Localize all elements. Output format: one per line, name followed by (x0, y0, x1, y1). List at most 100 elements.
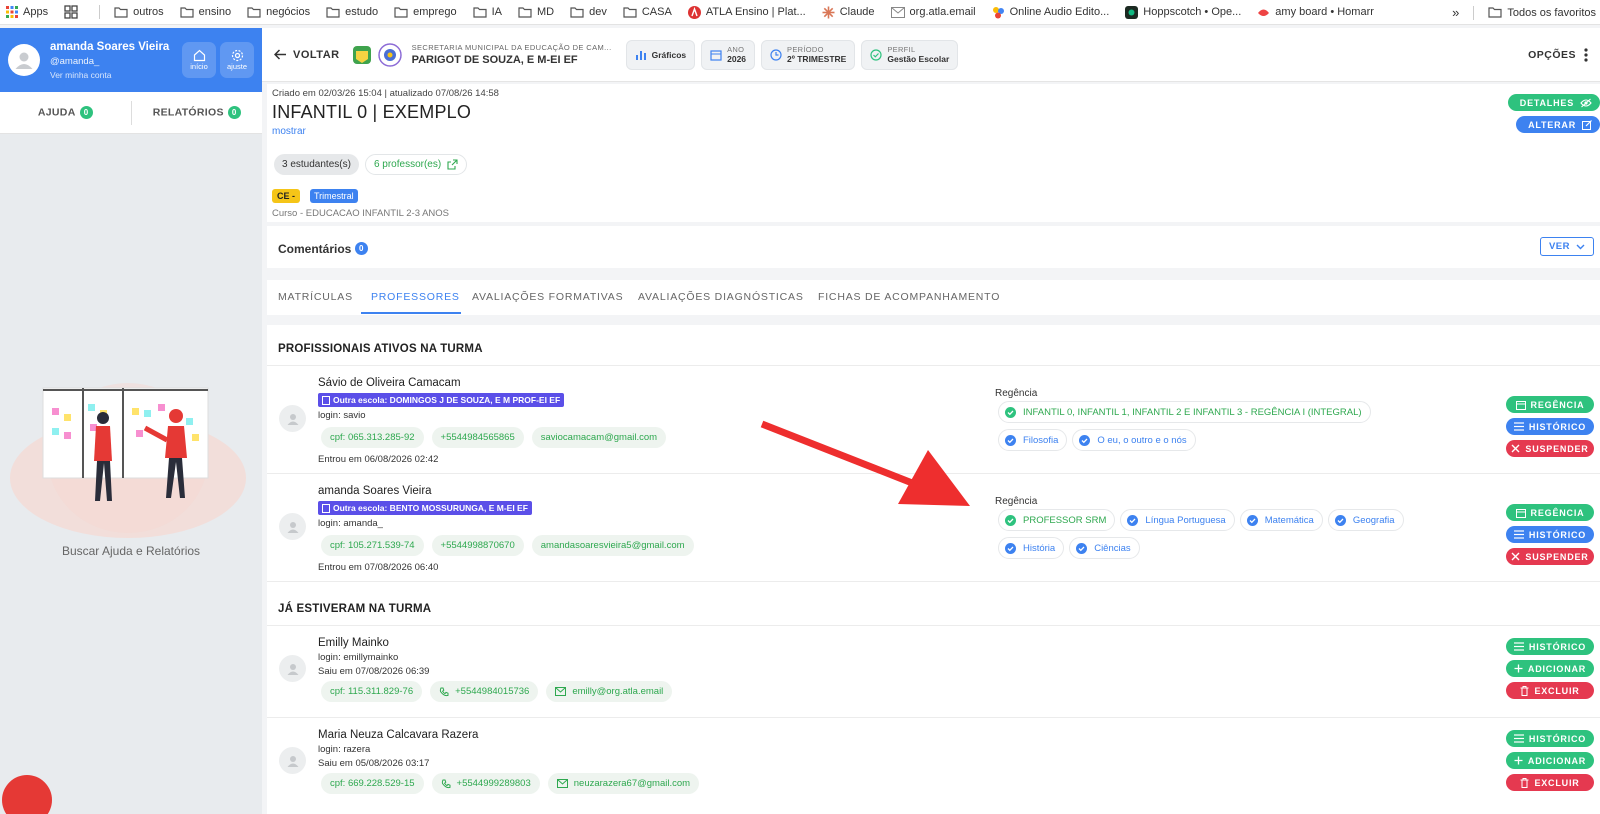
tab-matriculas[interactable]: MATRÍCULAS (278, 291, 353, 303)
cpf-chip[interactable]: cpf: 669.228.529-15 (321, 773, 424, 794)
options-menu-button[interactable]: OPÇÕES (1528, 47, 1588, 62)
cpf-chip[interactable]: cpf: 065.313.285-92 (321, 427, 424, 448)
tab-avaliacoes-diagnosticas[interactable]: AVALIAÇÕES DIAGNÓSTICAS (638, 291, 804, 303)
contact-chips: cpf: 669.228.529-15 +5544999289803 neuza… (321, 773, 707, 794)
regencia-button[interactable]: REGÊNCIA (1506, 504, 1594, 521)
back-button[interactable]: VOLTAR (274, 49, 340, 61)
bookmark-atla[interactable]: ATLA Ensino | Plat... (687, 5, 806, 19)
teachers-count-label: 6 professor(es) (373, 159, 442, 170)
person-name[interactable]: Sávio de Oliveira Camacam (318, 377, 461, 389)
home-button[interactable]: início (182, 42, 216, 78)
teachers-count-pill[interactable]: 6 professor(es) (364, 154, 468, 175)
delete-button[interactable]: EXCLUIR (1506, 774, 1594, 791)
floating-help-button[interactable] (2, 775, 52, 814)
email-chip[interactable]: amandasoaresvieira5@gmail.com (531, 535, 694, 556)
students-count-pill[interactable]: 3 estudantes(s) (274, 154, 359, 175)
cpf-chip[interactable]: cpf: 105.271.539-74 (321, 535, 424, 556)
add-button[interactable]: ADICIONAR (1506, 752, 1594, 769)
curso-label: Curso - EDUCACAO INFANTIL 2-3 ANOS (272, 208, 450, 219)
person-name[interactable]: amanda Soares Vieira (318, 485, 432, 497)
show-more-link[interactable]: mostrar (272, 126, 306, 137)
bookmark-apps[interactable]: Apps (6, 6, 48, 18)
trash-icon (1520, 685, 1529, 696)
bookmark-claude[interactable]: Claude (822, 6, 875, 19)
period-selector[interactable]: PERÍODO 2º TRIMESTRE (761, 39, 856, 70)
person-name[interactable]: Emilly Mainko (318, 637, 389, 649)
history-button[interactable]: HISTÓRICO (1506, 418, 1594, 435)
homarr-icon (1258, 9, 1270, 16)
bookmark-folder-ia[interactable]: IA (472, 6, 502, 18)
bookmark-folder-outros[interactable]: outros (114, 6, 164, 18)
period-label: PERÍODO (787, 45, 824, 54)
regencia-label: Regência (995, 388, 1038, 399)
regencia-main-chip[interactable]: INFANTIL 0, INFANTIL 1, INFANTIL 2 E INF… (998, 401, 1371, 423)
subject-chip[interactable]: O eu, o outro e o nós (1072, 429, 1196, 451)
edit-button[interactable]: ALTERAR (1516, 116, 1600, 133)
phone-chip[interactable]: +5544999289803 (431, 773, 540, 794)
bookmark-folder-negocios[interactable]: negócios (247, 6, 310, 18)
phone-chip[interactable]: +5544984015736 (430, 681, 539, 702)
phone-chip[interactable]: +5544984565865 (431, 427, 524, 448)
view-comments-button[interactable]: VER (1540, 237, 1594, 256)
tab-relatorios[interactable]: RELATÓRIOS 0 (132, 106, 263, 119)
year-selector[interactable]: ANO 2026 (701, 39, 756, 70)
view-account-link[interactable]: Ver minha conta (50, 70, 178, 80)
suspend-button[interactable]: SUSPENDER (1506, 548, 1594, 565)
table-row: Sávio de Oliveira Camacam Outra escola: … (267, 377, 1600, 475)
bookmark-folder-emprego[interactable]: emprego (394, 6, 457, 18)
school-info[interactable]: SECRETARIA MUNICIPAL DA EDUCAÇÃO DE CAM.… (412, 43, 612, 66)
bookmark-favorites[interactable]: » Todos os favoritos (1444, 0, 1596, 24)
phone-chip[interactable]: +5544998870670 (431, 535, 524, 556)
tab-groups-icon[interactable] (64, 5, 83, 19)
phone-icon (439, 687, 449, 696)
tab-professores[interactable]: PROFESSORES (371, 291, 460, 303)
settings-button[interactable]: ajuste (220, 42, 254, 78)
regencia-button[interactable]: REGÊNCIA (1506, 396, 1594, 413)
edit-icon (1582, 119, 1592, 130)
bookmark-audio-editor[interactable]: Online Audio Edito... (992, 6, 1109, 19)
subject-chip[interactable]: Filosofia (998, 429, 1068, 451)
graficos-button[interactable]: Gráficos (625, 39, 696, 70)
subject-chip[interactable]: Geografia (1327, 509, 1404, 531)
email-chip[interactable]: emilly@org.atla.email (546, 681, 673, 702)
bookmarks-bar: Apps outros ensino negócios estudo empre… (0, 0, 1600, 25)
subject-chip[interactable]: História (998, 537, 1065, 559)
bookmark-folder-dev[interactable]: dev (570, 6, 607, 18)
subject-chip[interactable]: Ciências (1069, 537, 1140, 559)
bookmark-hoppscotch[interactable]: Hoppscotch • Ope... (1125, 5, 1241, 19)
person-name[interactable]: Maria Neuza Calcavara Razera (318, 729, 478, 741)
check-circle-icon (1334, 514, 1346, 526)
bookmark-homarr[interactable]: amy board • Homarr (1257, 6, 1374, 19)
joined-date: Entrou em 06/08/2026 02:42 (318, 454, 439, 465)
history-button[interactable]: HISTÓRICO (1506, 526, 1594, 543)
user-avatar[interactable] (8, 44, 40, 76)
suspend-button[interactable]: SUSPENDER (1506, 440, 1594, 457)
bookmark-email[interactable]: org.atla.email (890, 6, 976, 18)
school-name: PARIGOT DE SOUZA, E M-EI EF (411, 54, 578, 66)
history-button[interactable]: HISTÓRICO (1506, 638, 1594, 655)
delete-button[interactable]: EXCLUIR (1506, 682, 1594, 699)
tab-avaliacoes-formativas[interactable]: AVALIAÇÕES FORMATIVAS (472, 291, 623, 303)
details-button[interactable]: DETALHES (1507, 94, 1600, 111)
bookmark-label: Apps (23, 6, 49, 18)
cpf-chip[interactable]: cpf: 115.311.829-76 (321, 681, 423, 702)
folder-icon (472, 6, 487, 18)
regencia-main-chip[interactable]: PROFESSOR SRM (998, 509, 1116, 531)
tab-fichas-acompanhamento[interactable]: FICHAS DE ACOMPANHAMENTO (818, 291, 1000, 303)
bookmark-folder-ensino[interactable]: ensino (180, 6, 231, 18)
bookmark-folder-casa[interactable]: CASA (623, 6, 672, 18)
email-chip[interactable]: saviocamacam@gmail.com (531, 427, 667, 448)
bookmark-folder-md[interactable]: MD (518, 6, 554, 18)
bookmark-folder-estudo[interactable]: estudo (326, 6, 378, 18)
subject-chip[interactable]: Matemática (1239, 509, 1323, 531)
add-button[interactable]: ADICIONAR (1506, 660, 1594, 677)
email-chip[interactable]: neuzarazera67@gmail.com (547, 773, 700, 794)
home-icon (193, 49, 205, 62)
history-button[interactable]: HISTÓRICO (1506, 730, 1594, 747)
tab-ajuda[interactable]: AJUDA 0 (0, 106, 131, 119)
profile-selector[interactable]: PERFIL Gestão Escolar (861, 39, 959, 70)
subject-chip[interactable]: Língua Portuguesa (1120, 509, 1235, 531)
folder-icon (623, 6, 637, 18)
user-info[interactable]: amanda Soares Vieira @amanda_ Ver minha … (50, 41, 178, 80)
calendar-icon (1515, 400, 1526, 410)
